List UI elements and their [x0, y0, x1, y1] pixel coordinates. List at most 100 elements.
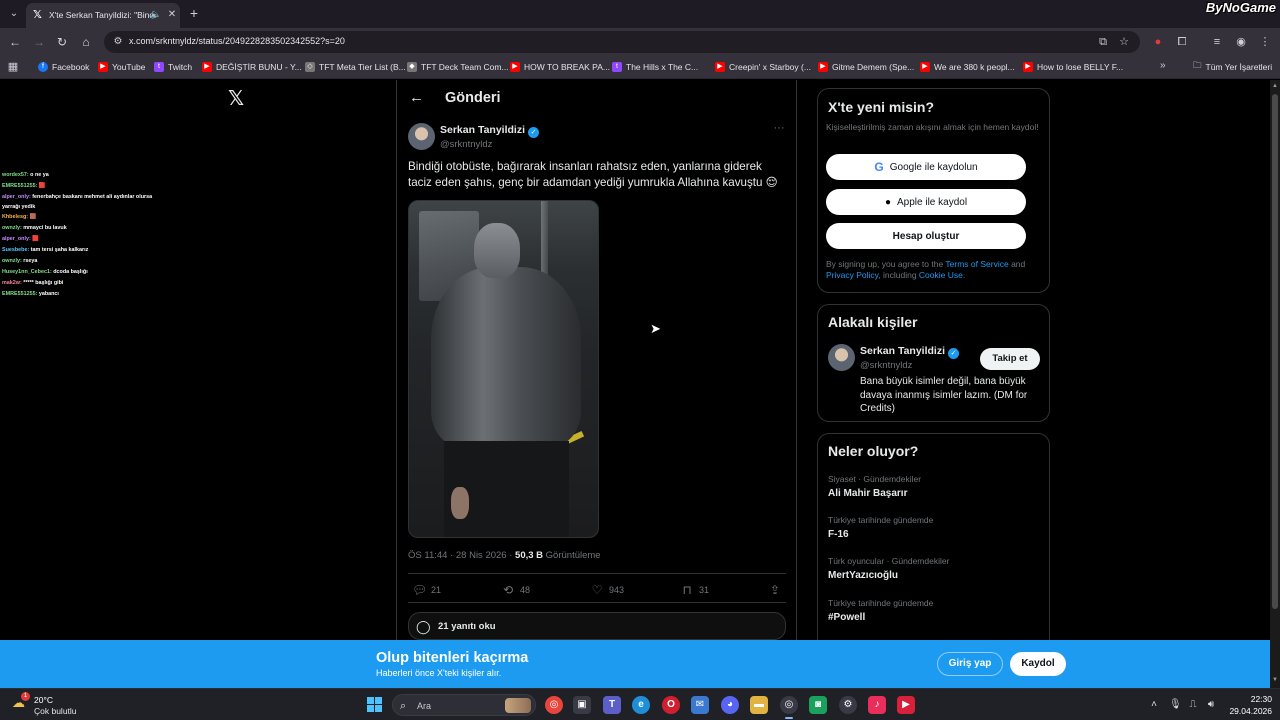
cookie-link[interactable]: Cookie Use	[919, 270, 963, 280]
youtube-icon: ▶	[920, 62, 930, 72]
tab-search-chevron-icon[interactable]: ⌄	[5, 5, 23, 23]
privacy-link[interactable]: Privacy Policy	[826, 270, 878, 280]
bookmark-item[interactable]: f Facebook	[38, 60, 89, 74]
volume-icon[interactable]: 🔊︎	[1205, 698, 1217, 712]
back-arrow-icon[interactable]: ←	[409, 90, 425, 106]
store-icon[interactable]: ▣	[573, 696, 591, 714]
more-options-icon[interactable]: ···	[771, 123, 787, 136]
opera-icon[interactable]: O	[662, 696, 680, 714]
mail-icon[interactable]: ✉	[691, 696, 709, 714]
taskbar-search-input[interactable]: ⌕ Ara	[392, 694, 536, 716]
bookmark-item[interactable]: ▶ Gitme Demem (Spe...	[818, 60, 914, 74]
tft-icon: ◇	[305, 62, 315, 72]
close-icon[interactable]: ✕	[166, 9, 178, 21]
forward-arrow-icon[interactable]: →	[30, 33, 48, 51]
taskbar-clock-time[interactable]: 22:30	[1230, 694, 1272, 704]
mouse-cursor-icon: ➤	[650, 321, 661, 336]
steam-icon[interactable]: ⚙	[839, 696, 857, 714]
back-arrow-icon[interactable]: ←	[6, 33, 24, 51]
bookmark-item[interactable]: ▶ YouTube	[98, 60, 145, 74]
x-logo-icon[interactable]: 𝕏	[226, 89, 246, 109]
browser-tab-active[interactable]: 𝕏 X'te Serkan Tanyildizi: "Bindi 🔈 ✕	[26, 3, 180, 28]
reply-button[interactable]: 💬︎ 21	[412, 583, 441, 597]
google-signup-button[interactable]: G Google ile kaydolun	[826, 154, 1026, 180]
bookmark-item[interactable]: ▶ We are 380 k peopl...	[920, 60, 1015, 74]
teams-icon[interactable]: T	[603, 696, 621, 714]
scroll-up-icon[interactable]: ▲	[1271, 82, 1279, 90]
windows-start-icon[interactable]	[367, 697, 383, 713]
related-person-handle[interactable]: @srkntnyldz	[860, 360, 912, 371]
bookmark-star-icon[interactable]: ☆	[1117, 35, 1131, 49]
bookmark-item[interactable]: ◆ TFT Deck Team Com...	[407, 60, 509, 74]
follow-button[interactable]: Takip et	[980, 348, 1040, 370]
bookmark-item[interactable]: t Twitch	[154, 60, 192, 74]
chat-message: Husey1nn_Cebec1: dcoda başlığı	[2, 269, 88, 275]
file-explorer-icon[interactable]: ▬	[750, 696, 768, 714]
bookmark-item[interactable]: t The Hills x The C...	[612, 60, 698, 74]
extension-icon[interactable]: ●	[1150, 34, 1166, 50]
read-replies-button[interactable]: ◯ 21 yanıtı oku	[408, 612, 786, 640]
weather-description[interactable]: Çok bulutlu	[34, 706, 77, 716]
divider	[408, 573, 786, 574]
media-control-icon[interactable]: ≡	[1209, 34, 1225, 50]
taskbar-clock-date[interactable]: 29.04.2026	[1222, 706, 1272, 716]
address-bar[interactable]: ⚙ x.com/srkntnyldz/status/20492282835023…	[104, 31, 1140, 53]
page-scrollbar[interactable]: ▲ ▼	[1270, 80, 1280, 688]
share-button[interactable]: ⇪	[768, 583, 782, 597]
bookmark-item[interactable]: ▶ HOW TO BREAK PA...	[510, 60, 610, 74]
avatar[interactable]	[828, 344, 855, 371]
weather-temperature[interactable]: 20°C	[34, 695, 53, 705]
repost-button[interactable]: ⟲ 48	[501, 583, 530, 597]
signup-subtitle: Kişiselleştirilmiş zaman akışını almak i…	[826, 122, 1039, 132]
create-account-button[interactable]: Hesap oluştur	[826, 223, 1026, 249]
signup-button[interactable]: Kaydol	[1010, 652, 1066, 676]
tiktok-icon[interactable]: ♪	[868, 696, 886, 714]
scroll-down-icon[interactable]: ▼	[1271, 676, 1279, 684]
scrollbar-thumb[interactable]	[1272, 94, 1278, 609]
profile-avatar-icon[interactable]: ◉	[1233, 34, 1249, 50]
trend-item[interactable]: Türk oyuncular · Gündemdekiler MertYazıcı…	[828, 556, 949, 581]
youtube-app-icon[interactable]: ▶	[897, 696, 915, 714]
login-button[interactable]: Giriş yap	[937, 652, 1003, 676]
kebab-menu-icon[interactable]: ⋮	[1257, 34, 1273, 50]
speaker-icon[interactable]: 🔈	[150, 9, 162, 21]
terms-link[interactable]: Terms of Service	[945, 259, 1008, 269]
network-icon[interactable]: ⎍	[1187, 698, 1199, 712]
home-icon[interactable]: ⌂	[77, 33, 95, 51]
whatsapp-icon[interactable]: ◙	[809, 696, 827, 714]
bookmark-item[interactable]: ▶ DEĞİŞTİR BUNU - Y...	[202, 60, 302, 74]
reload-icon[interactable]: ↻	[53, 33, 71, 51]
youtube-icon: ▶	[1023, 62, 1033, 72]
bookmark-button[interactable]: ⊓ 31	[680, 583, 709, 597]
discord-icon[interactable]: ◕	[721, 696, 739, 714]
trend-item[interactable]: Türkiye tarihinde gündemde F-16	[828, 515, 933, 540]
trend-item[interactable]: Siyaset · Gündemdekiler Ali Mahir Başarır	[828, 474, 921, 499]
trend-item[interactable]: Türkiye tarihinde gündemde #Powell	[828, 598, 933, 623]
bookmark-item[interactable]: ▶ How to lose BELLY F...	[1023, 60, 1123, 74]
apps-grid-icon[interactable]: ▦	[6, 60, 20, 74]
site-info-icon[interactable]: ⚙	[111, 35, 125, 49]
edge-icon[interactable]: e	[632, 696, 650, 714]
author-name[interactable]: Serkan Tanyildizi ✓	[440, 124, 539, 138]
youtube-icon: ▶	[818, 62, 828, 72]
all-bookmarks-button[interactable]: 🗀 Tüm Yer İşaretleri	[1193, 60, 1272, 74]
bookmark-item[interactable]: ◇ TFT Meta Tier List (B...	[305, 60, 406, 74]
post-video[interactable]	[408, 200, 599, 538]
chrome-icon[interactable]: ◎	[545, 696, 563, 714]
extensions-puzzle-icon[interactable]: ⧠	[1174, 34, 1190, 50]
microphone-icon[interactable]: 🎙︎	[1169, 698, 1182, 712]
apple-signup-button[interactable]: ● Apple ile kaydol	[826, 189, 1026, 215]
author-handle[interactable]: @srkntnyldz	[440, 139, 492, 150]
tray-chevron-up-icon[interactable]: ˄	[1148, 698, 1160, 712]
bookmarks-overflow-icon[interactable]: »	[1160, 60, 1166, 71]
avatar[interactable]	[408, 123, 435, 150]
reply-icon: 💬︎	[412, 583, 428, 597]
install-app-icon[interactable]: ⧉	[1096, 35, 1110, 49]
chrome-active-icon[interactable]: ◎	[780, 696, 798, 719]
bookmark-item[interactable]: ▶ Creepin' x Starboy (...	[715, 60, 811, 74]
chat-message: EMRE551255: yabancı	[2, 291, 59, 297]
new-tab-button[interactable]: +	[187, 6, 201, 20]
like-button[interactable]: ♡ 943	[590, 583, 624, 597]
related-person-name[interactable]: Serkan Tanyildizi ✓	[860, 345, 959, 359]
address-bar-url[interactable]: x.com/srkntnyldz/status/2049228283502342…	[129, 36, 345, 46]
